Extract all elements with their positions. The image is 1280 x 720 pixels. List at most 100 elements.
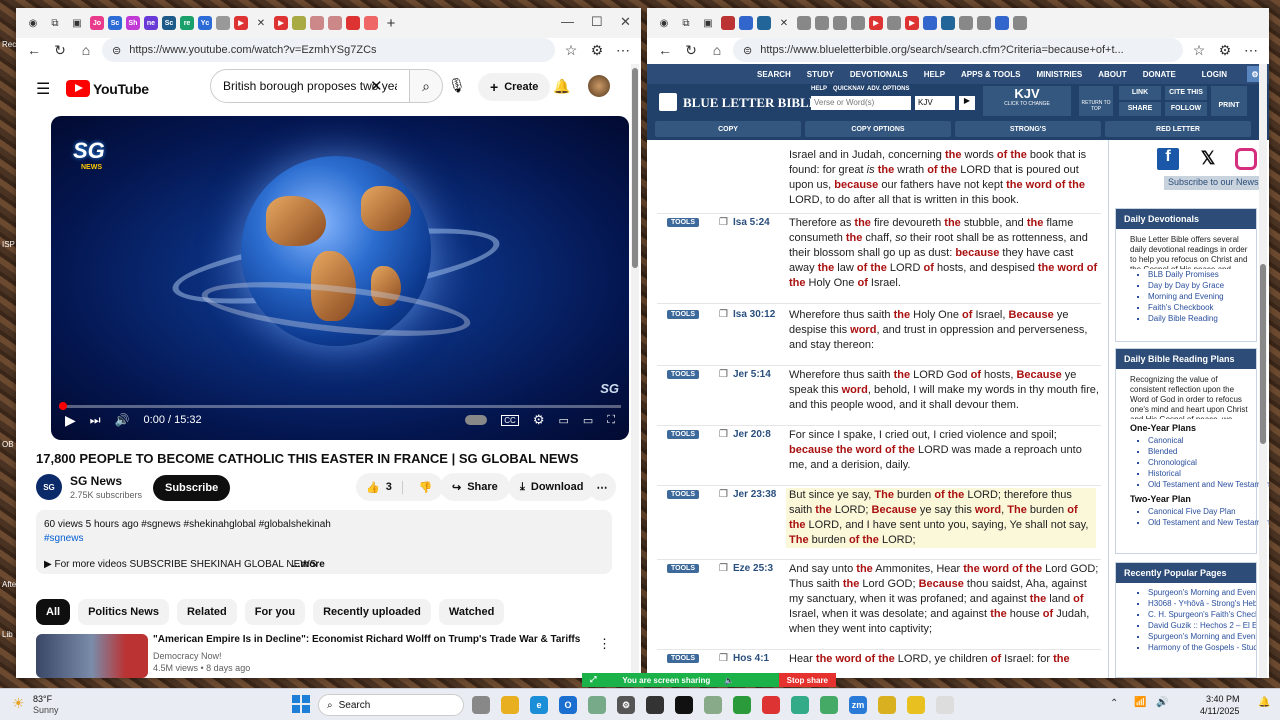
chip-for-you[interactable]: For you — [244, 599, 306, 625]
home-icon[interactable]: ⌂ — [76, 42, 96, 58]
fullscreen-icon[interactable]: ⛶ — [607, 414, 615, 427]
settings-icon[interactable]: ⚙ — [617, 696, 635, 714]
desktop-label[interactable]: ISP — [2, 240, 16, 250]
plan-link[interactable]: Historical — [1148, 468, 1256, 479]
refresh-icon[interactable]: ↻ — [681, 42, 701, 59]
volume-icon[interactable]: 🔊 — [1156, 697, 1168, 708]
adv-options-link[interactable]: ADV. OPTIONS — [867, 86, 909, 92]
return-to-top-button[interactable]: RETURN TO TOP — [1079, 86, 1113, 116]
devotional-link[interactable]: Faith's Checkbook — [1148, 302, 1256, 313]
recommended-title[interactable]: "American Empire Is in Decline": Economi… — [153, 634, 593, 645]
app-icon[interactable] — [588, 696, 606, 714]
captions-icon[interactable]: CC — [501, 414, 519, 426]
nav-study[interactable]: STUDY — [807, 70, 834, 79]
network-icon[interactable]: 📶 — [1134, 697, 1146, 708]
devotional-link[interactable]: Morning and Evening — [1148, 291, 1256, 302]
plan-link[interactable]: Old Testament and New Testament — [1148, 479, 1269, 490]
notepad-icon[interactable] — [936, 696, 954, 714]
file-explorer-icon[interactable] — [501, 696, 519, 714]
menu-icon[interactable]: ☰ — [36, 79, 50, 99]
verse-reference[interactable]: Isa 5:24 — [733, 217, 770, 228]
tab-favicon[interactable] — [292, 16, 306, 30]
tab-favicon[interactable] — [995, 16, 1009, 30]
tab-actions-icon[interactable]: ▣ — [699, 14, 717, 32]
print-button[interactable]: PRINT — [1211, 86, 1247, 116]
miniplayer-icon[interactable]: ▭ — [558, 414, 568, 427]
tab-favicon[interactable] — [851, 16, 865, 30]
instagram-icon[interactable] — [1235, 148, 1257, 170]
app-icon[interactable] — [791, 696, 809, 714]
back-icon[interactable]: ← — [655, 42, 675, 58]
verse-reference[interactable]: Eze 25:3 — [733, 563, 773, 574]
more-icon[interactable]: ⋯ — [1241, 42, 1261, 59]
task-view-icon[interactable] — [472, 696, 490, 714]
weather-desc[interactable]: Sunny — [33, 705, 59, 715]
tab-favicon[interactable] — [797, 16, 811, 30]
extensions-icon[interactable]: ⚙ — [1215, 42, 1235, 59]
nav-about[interactable]: ABOUT — [1098, 70, 1126, 79]
tab-favicon[interactable] — [328, 16, 342, 30]
nav-search[interactable]: SEARCH — [757, 70, 791, 79]
close-tab-icon[interactable]: ✕ — [775, 14, 793, 32]
tab-favicon[interactable] — [310, 16, 324, 30]
youtube-tab-icon[interactable]: ▶ — [234, 16, 248, 30]
app-icon[interactable] — [878, 696, 896, 714]
more-actions-button[interactable]: ⋯ — [588, 473, 616, 501]
follow-button[interactable]: FOLLOW — [1165, 102, 1207, 116]
nav-ministries[interactable]: MINISTRIES — [1036, 70, 1082, 79]
tab-favicon[interactable] — [739, 16, 753, 30]
version-change-button[interactable]: KJV CLICK TO CHANGE — [983, 86, 1071, 116]
channel-name[interactable]: SG News — [70, 474, 122, 488]
tab-favicon[interactable]: ▶ — [869, 16, 883, 30]
mic-icon[interactable]: 🔈 — [724, 676, 734, 685]
scrollbar[interactable] — [1259, 64, 1267, 678]
verse-reference[interactable]: Hos 4:1 — [733, 653, 769, 664]
dislike-button[interactable]: 👎 — [409, 481, 443, 494]
chip-watched[interactable]: Watched — [438, 599, 505, 625]
outlook-icon[interactable]: O — [559, 696, 577, 714]
url-field[interactable]: ⊜ https://www.youtube.com/watch?v=EzmhYS… — [102, 38, 555, 62]
chip-politics-news[interactable]: Politics News — [78, 599, 169, 625]
tab-favicon[interactable]: ▶ — [274, 16, 288, 30]
quicknav-link[interactable]: QUICKNAV — [833, 86, 865, 92]
verse-reference[interactable]: Jer 23:38 — [733, 489, 776, 500]
tab-favicon[interactable] — [833, 16, 847, 30]
plan-link[interactable]: Chronological — [1148, 457, 1256, 468]
blb-logo-icon[interactable] — [659, 93, 677, 111]
app-icon[interactable] — [907, 696, 925, 714]
tab-favicon[interactable]: re — [180, 16, 194, 30]
chip-all[interactable]: All — [36, 599, 71, 625]
scrollbar[interactable] — [631, 64, 639, 678]
plan-link[interactable]: Canonical Five Day Plan — [1148, 506, 1256, 517]
tray-overflow-icon[interactable]: ⌃ — [1110, 698, 1118, 709]
copy-icon[interactable]: ❐ — [719, 653, 728, 664]
copy-icon[interactable]: ❐ — [719, 563, 728, 574]
tab-favicon[interactable]: ▶ — [905, 16, 919, 30]
stop-share-button[interactable]: Stop share — [778, 673, 836, 687]
tab-favicon[interactable]: Sc — [108, 16, 122, 30]
autoplay-toggle[interactable] — [465, 415, 488, 425]
profile-icon[interactable]: ◉ — [24, 14, 42, 32]
download-button[interactable]: ⤓ Download — [508, 473, 596, 501]
description-box[interactable]: 60 views 5 hours ago #sgnews #shekinahgl… — [36, 510, 612, 574]
popular-link[interactable]: Spurgeon's Morning and Evening — [1148, 631, 1256, 642]
share-button[interactable]: ↪ Share — [440, 473, 510, 501]
popular-link[interactable]: David Guzik :: Hechos 2 – El Espíritu De… — [1148, 620, 1256, 631]
devotional-link[interactable]: Daily Bible Reading — [1148, 313, 1256, 324]
weather-temp[interactable]: 83°F — [33, 694, 52, 704]
copy-icon[interactable]: ❐ — [719, 217, 728, 228]
favorites-icon[interactable]: ☆ — [1189, 42, 1209, 59]
microphone-icon[interactable]: 🎙 — [448, 77, 466, 94]
clock-date[interactable]: 4/11/2025 — [1200, 706, 1239, 716]
search-button[interactable]: ⌕ — [409, 69, 443, 103]
home-icon[interactable]: ⌂ — [707, 42, 727, 58]
link-button[interactable]: LINK — [1119, 86, 1161, 100]
more-icon[interactable]: ⋯ — [613, 42, 633, 59]
x-twitter-icon[interactable]: 𝕏 — [1197, 148, 1219, 170]
tools-button[interactable]: TOOLS — [667, 370, 699, 379]
nav-help[interactable]: HELP — [924, 70, 945, 79]
verse-reference[interactable]: Jer 20:8 — [733, 429, 771, 440]
tools-button[interactable]: TOOLS — [667, 430, 699, 439]
desktop-label[interactable]: Afte — [2, 580, 16, 590]
zoom-icon[interactable]: zm — [849, 696, 867, 714]
